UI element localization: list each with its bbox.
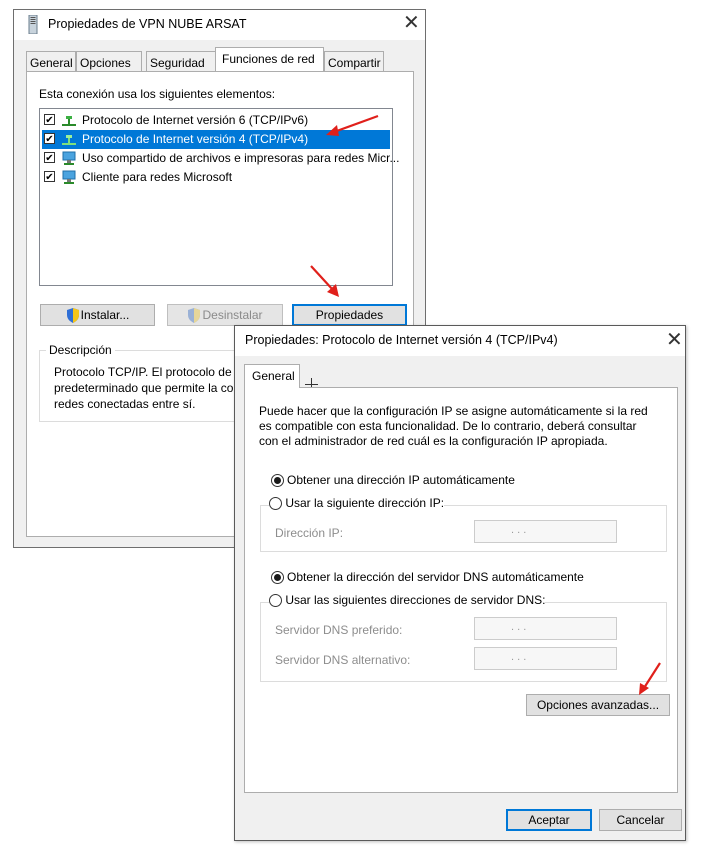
- dns-preferred-label: Servidor DNS preferido:: [275, 623, 403, 637]
- tab-options[interactable]: Opciones: [76, 51, 142, 72]
- description-line: Protocolo TCP/IP. El protocolo de: [54, 365, 232, 379]
- dns-auto-radio[interactable]: [271, 571, 284, 584]
- annotation-arrow: [326, 114, 379, 136]
- ip-address-label: Dirección IP:: [275, 526, 344, 540]
- dns-manual-group: Usar las siguientes direcciones de servi…: [260, 593, 667, 682]
- tab-networking[interactable]: Funciones de red: [215, 47, 324, 71]
- close-icon[interactable]: ✕: [403, 12, 420, 34]
- list-item-label: Uso compartido de archivos e impresoras …: [82, 151, 400, 165]
- intro-line: es compatible con esta funcionalidad. De…: [259, 419, 637, 433]
- shield-icon: [188, 308, 201, 324]
- uninstall-button[interactable]: Desinstalar: [167, 304, 283, 326]
- connection-items-label: Esta conexión usa los siguientes element…: [39, 87, 276, 101]
- list-item-label: Protocolo de Internet versión 6 (TCP/IPv…: [82, 113, 309, 127]
- ip-manual-radio[interactable]: [269, 497, 282, 511]
- install-button[interactable]: Instalar...: [40, 304, 155, 326]
- list-item-file-sharing[interactable]: ✔ Uso compartido de archivos e impresora…: [42, 149, 399, 168]
- ok-button[interactable]: Aceptar: [506, 809, 592, 831]
- list-item-label: Protocolo de Internet versión 4 (TCP/IPv…: [82, 132, 309, 146]
- ipv4-checkbox[interactable]: ✔: [44, 133, 55, 145]
- network-client-icon: [62, 170, 76, 184]
- dialog-title: Propiedades de VPN NUBE ARSAT: [48, 17, 247, 31]
- dns-manual-option[interactable]: Usar las siguientes direcciones de servi…: [269, 593, 546, 608]
- file-printer-sharing-icon: [62, 151, 76, 165]
- annotation-arrow: [310, 265, 339, 297]
- file-sharing-checkbox[interactable]: ✔: [44, 152, 55, 164]
- cancel-button[interactable]: Cancelar: [599, 809, 682, 831]
- annotation-arrow: [639, 662, 661, 695]
- dialog-titlebar[interactable]: Propiedades: Protocolo de Internet versi…: [235, 326, 685, 356]
- dns-auto-label[interactable]: Obtener la dirección del servidor DNS au…: [287, 570, 584, 584]
- uninstall-label: Desinstalar: [202, 308, 263, 322]
- dns-preferred-field[interactable]: . . .: [474, 617, 617, 640]
- tab-sharing[interactable]: Compartir: [324, 51, 384, 72]
- tab-security[interactable]: Seguridad: [146, 51, 216, 72]
- list-item-label: Cliente para redes Microsoft: [82, 170, 233, 184]
- dns-alternate-label: Servidor DNS alternativo:: [275, 653, 411, 667]
- ip-manual-group: Usar la siguiente dirección IP: Direcció…: [260, 496, 667, 552]
- list-item-ms-client[interactable]: ✔ Cliente para redes Microsoft: [42, 168, 390, 187]
- network-protocol-icon: [62, 135, 76, 145]
- ip-auto-label[interactable]: Obtener una dirección IP automáticamente: [287, 473, 515, 487]
- properties-button[interactable]: Propiedades: [292, 304, 407, 326]
- ip-manual-label: Usar la siguiente dirección IP:: [285, 496, 445, 510]
- tab-general[interactable]: General: [244, 364, 300, 388]
- intro-line: con el administrador de red cuál es la c…: [259, 434, 608, 448]
- install-label: Instalar...: [80, 308, 130, 322]
- intro-line: Puede hacer que la configuración IP se a…: [259, 404, 648, 418]
- close-icon[interactable]: ✕: [666, 329, 683, 351]
- dialog-title: Propiedades: Protocolo de Internet versi…: [245, 333, 558, 347]
- description-line: redes conectadas entre sí.: [54, 397, 196, 411]
- general-panel: Puede hacer que la configuración IP se a…: [244, 387, 678, 793]
- ip-dots: . . .: [511, 621, 527, 633]
- ms-client-checkbox[interactable]: ✔: [44, 171, 55, 183]
- ip-dots: . . .: [511, 524, 527, 536]
- network-protocol-icon: [62, 116, 76, 126]
- dns-manual-label: Usar las siguientes direcciones de servi…: [285, 593, 546, 607]
- dns-alternate-field[interactable]: . . .: [474, 647, 617, 670]
- ipv4-properties-dialog: Propiedades: Protocolo de Internet versi…: [234, 325, 686, 841]
- description-line: predeterminado que permite la co: [54, 381, 234, 395]
- ip-dots: . . .: [511, 651, 527, 663]
- description-legend: Descripción: [46, 343, 115, 357]
- shield-icon: [66, 308, 79, 324]
- ip-address-field[interactable]: . . .: [474, 520, 617, 543]
- ip-auto-radio[interactable]: [271, 474, 284, 487]
- tab-general[interactable]: General: [26, 51, 76, 72]
- ip-manual-option[interactable]: Usar la siguiente dirección IP:: [269, 496, 445, 511]
- dns-manual-radio[interactable]: [269, 594, 282, 608]
- network-connection-icon: [28, 15, 38, 34]
- ipv6-checkbox[interactable]: ✔: [44, 114, 55, 126]
- dialog-titlebar[interactable]: Propiedades de VPN NUBE ARSAT ✕: [14, 10, 425, 40]
